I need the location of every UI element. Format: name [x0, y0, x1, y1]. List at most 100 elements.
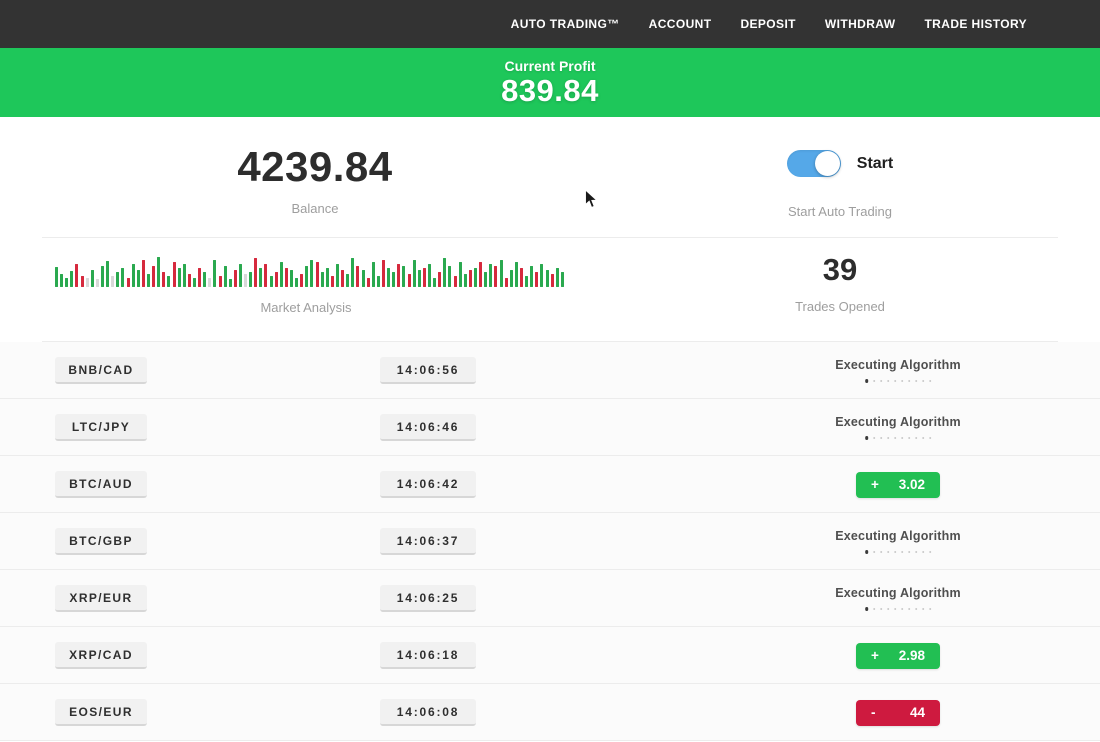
progress-dot	[865, 607, 869, 611]
result-sign: +	[871, 648, 879, 663]
progress-dot	[865, 436, 869, 440]
chart-bar	[121, 268, 124, 287]
trade-status: +3.02	[856, 456, 940, 513]
chart-bar	[459, 262, 462, 287]
trade-row: LTC/JPY 14:06:46 Executing Algorithm	[0, 399, 1100, 456]
executing-label: Executing Algorithm	[835, 415, 961, 429]
chart-bar	[484, 272, 487, 287]
chart-bar	[479, 262, 482, 287]
progress-dots	[865, 607, 932, 611]
chart-bar	[546, 270, 549, 287]
auto-trading-toggle-block: Start Start Auto Trading	[740, 150, 940, 219]
mouse-cursor-icon	[584, 189, 599, 210]
chart-bar	[55, 267, 58, 287]
executing-label: Executing Algorithm	[835, 358, 961, 372]
toggle-knob-icon	[815, 151, 840, 176]
divider-balance	[42, 237, 1058, 238]
chart-bar	[229, 279, 232, 287]
chart-bar	[310, 260, 313, 287]
progress-dot	[873, 551, 876, 554]
balance-block: 4239.84 Balance	[165, 143, 465, 216]
progress-dots	[865, 436, 932, 440]
progress-dot	[915, 551, 918, 554]
pair-badge: XRP/EUR	[55, 585, 147, 612]
progress-dot	[929, 551, 932, 554]
chart-bar	[152, 266, 155, 287]
auto-trading-toggle[interactable]	[787, 150, 841, 177]
chart-bar	[116, 272, 119, 287]
nav-item-auto-trading[interactable]: AUTO TRADING™	[511, 17, 620, 31]
chart-bar	[500, 260, 503, 287]
time-badge: 14:06:42	[380, 471, 476, 498]
chart-bar	[530, 266, 533, 287]
chart-bar	[326, 268, 329, 287]
chart-bar	[147, 274, 150, 287]
chart-bar	[469, 270, 472, 287]
profit-badge: +3.02	[856, 472, 940, 498]
chart-bar	[428, 264, 431, 287]
pair-badge: BTC/GBP	[55, 528, 147, 555]
chart-bar	[285, 268, 288, 287]
nav-item-withdraw[interactable]: WITHDRAW	[825, 17, 896, 31]
executing-label: Executing Algorithm	[835, 529, 961, 543]
chart-bar	[60, 274, 63, 287]
result-sign: -	[871, 705, 876, 720]
market-analysis-label: Market Analysis	[156, 300, 456, 315]
trade-row: XRP/EUR 14:06:25 Executing Algorithm	[0, 570, 1100, 627]
nav-item-account[interactable]: ACCOUNT	[649, 17, 712, 31]
chart-bar	[86, 278, 89, 287]
balance-label: Balance	[165, 201, 465, 216]
nav-item-deposit[interactable]: DEPOSIT	[740, 17, 795, 31]
chart-bar	[494, 266, 497, 287]
chart-bar	[137, 270, 140, 287]
nav-item-trade-history[interactable]: TRADE HISTORY	[924, 17, 1027, 31]
chart-bar	[316, 262, 319, 287]
chart-bar	[377, 276, 380, 287]
progress-dot	[880, 437, 883, 440]
chart-bar	[81, 276, 84, 287]
toggle-caption: Start Auto Trading	[740, 204, 940, 219]
chart-bar	[505, 278, 508, 287]
loss-badge: - 44	[856, 700, 940, 726]
result-value: 44	[910, 705, 925, 720]
time-badge: 14:06:08	[380, 699, 476, 726]
chart-bar	[259, 268, 262, 287]
current-profit-banner: Current Profit 839.84	[0, 48, 1100, 117]
progress-dot	[922, 551, 925, 554]
progress-dot	[915, 380, 918, 383]
progress-dot	[922, 437, 925, 440]
chart-bar	[438, 272, 441, 287]
chart-bar	[91, 270, 94, 287]
progress-dot	[873, 437, 876, 440]
progress-dot	[880, 551, 883, 554]
pair-badge: XRP/CAD	[55, 642, 147, 669]
chart-bar	[305, 266, 308, 287]
chart-bar	[70, 271, 73, 287]
progress-dot	[901, 608, 904, 611]
pair-badge: BTC/AUD	[55, 471, 147, 498]
chart-bar	[290, 270, 293, 287]
chart-bar	[173, 262, 176, 287]
chart-bar	[402, 266, 405, 287]
profit-badge: +2.98	[856, 643, 940, 669]
trades-opened-block: 39 Trades Opened	[740, 252, 940, 314]
executing-label: Executing Algorithm	[835, 586, 961, 600]
chart-bar	[397, 264, 400, 287]
chart-bar	[540, 264, 543, 287]
progress-dot	[901, 437, 904, 440]
progress-dot	[873, 608, 876, 611]
chart-bar	[454, 276, 457, 287]
result-sign: +	[871, 477, 879, 492]
progress-dot	[929, 380, 932, 383]
toggle-label: Start	[857, 155, 893, 173]
progress-dots	[865, 550, 932, 554]
progress-dot	[915, 608, 918, 611]
trades-opened-label: Trades Opened	[740, 299, 940, 314]
chart-bar	[75, 264, 78, 287]
pair-badge: BNB/CAD	[55, 357, 147, 384]
progress-dot	[880, 380, 883, 383]
progress-dot	[887, 608, 890, 611]
trade-status: +2.98	[856, 627, 940, 684]
chart-bar	[178, 268, 181, 287]
progress-dot	[922, 380, 925, 383]
